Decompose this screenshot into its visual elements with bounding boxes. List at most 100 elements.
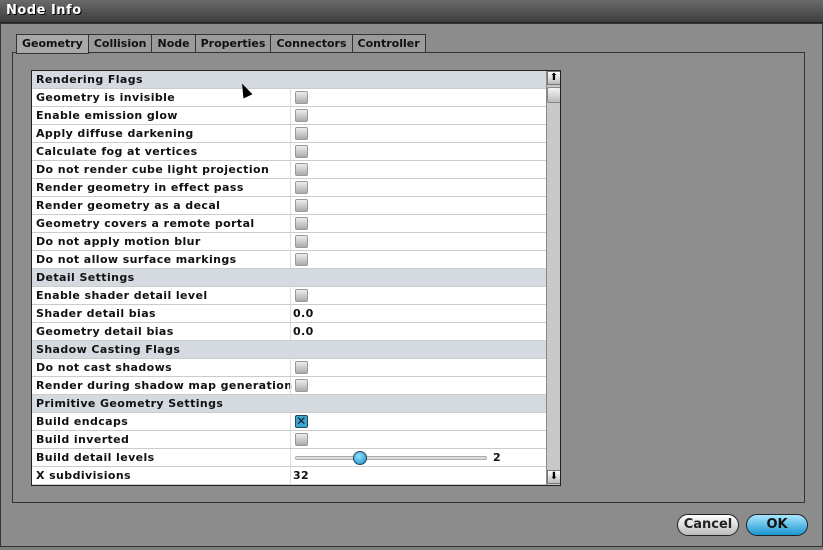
- property-row: Enable shader detail level: [32, 287, 546, 305]
- property-label: Do not render cube light projection: [36, 163, 270, 176]
- property-value: [290, 179, 546, 196]
- property-label: Shader detail bias: [36, 307, 156, 320]
- property-value: ✕: [290, 413, 546, 430]
- property-row: Render geometry as a decal: [32, 197, 546, 215]
- checkbox[interactable]: [295, 361, 308, 374]
- property-value: [290, 125, 546, 142]
- property-label: Render geometry as a decal: [36, 199, 221, 212]
- property-row: Do not cast shadows: [32, 359, 546, 377]
- property-row: Geometry is invisible: [32, 89, 546, 107]
- title-bar[interactable]: Node Info: [0, 0, 823, 23]
- tab-bar: Geometry Collision Node Properties Connector…: [16, 34, 426, 54]
- slider-value: 2: [493, 451, 502, 464]
- checkbox[interactable]: [295, 91, 308, 104]
- property-row: Apply diffuse darkening: [32, 125, 546, 143]
- slider-track[interactable]: [295, 456, 487, 460]
- tab-connectors[interactable]: Connectors: [271, 34, 353, 53]
- property-value: [290, 287, 546, 304]
- property-label: Rendering Flags: [36, 73, 143, 86]
- property-value: [290, 161, 546, 178]
- cancel-button[interactable]: Cancel: [677, 514, 739, 536]
- section-header: Detail Settings: [32, 269, 546, 287]
- property-label: Shadow Casting Flags: [36, 343, 181, 356]
- property-value: [290, 359, 546, 376]
- property-row: Build endcaps ✕: [32, 413, 546, 431]
- property-value: 32: [290, 467, 546, 484]
- value-field[interactable]: 0.0: [293, 307, 314, 320]
- property-value: 0.0: [290, 305, 546, 322]
- tab-geometry[interactable]: Geometry: [16, 34, 89, 54]
- property-row: Shader detail bias 0.0: [32, 305, 546, 323]
- checkbox[interactable]: [295, 235, 308, 248]
- tab-collision[interactable]: Collision: [88, 34, 153, 53]
- property-label: Geometry is invisible: [36, 91, 176, 104]
- section-header: Shadow Casting Flags: [32, 341, 546, 359]
- scroll-thumb[interactable]: [547, 87, 560, 103]
- checkbox[interactable]: [295, 289, 308, 302]
- property-table: Rendering Flags Geometry is invisible Enab…: [31, 70, 561, 486]
- window-title: Node Info: [6, 3, 82, 18]
- property-row: Render geometry in effect pass: [32, 179, 546, 197]
- checkbox[interactable]: [295, 127, 308, 140]
- property-label: Build endcaps: [36, 415, 129, 428]
- check-icon: ✕: [296, 414, 307, 428]
- property-label: Geometry detail bias: [36, 325, 174, 338]
- property-label: X subdivisions: [36, 469, 132, 482]
- property-row: Do not render cube light projection: [32, 161, 546, 179]
- section-header: Rendering Flags: [32, 71, 546, 89]
- checkbox[interactable]: [295, 181, 308, 194]
- property-label: Geometry covers a remote portal: [36, 217, 255, 230]
- property-label: Render geometry in effect pass: [36, 181, 244, 194]
- property-value: [290, 197, 546, 214]
- property-row: Calculate fog at vertices: [32, 143, 546, 161]
- property-row: Geometry detail bias 0.0: [32, 323, 546, 341]
- property-value: [290, 431, 546, 448]
- property-row: Do not apply motion blur: [32, 233, 546, 251]
- property-value: 2: [290, 449, 546, 466]
- checkbox[interactable]: [295, 109, 308, 122]
- property-row: Build detail levels 2: [32, 449, 546, 467]
- property-label: Enable shader detail level: [36, 289, 208, 302]
- property-label: Apply diffuse darkening: [36, 127, 194, 140]
- scroll-up-icon[interactable]: ⬆: [547, 71, 560, 85]
- property-row: Render during shadow map generation: [32, 377, 546, 395]
- checkbox[interactable]: [295, 163, 308, 176]
- property-label: Enable emission glow: [36, 109, 178, 122]
- property-row: Do not allow surface markings: [32, 251, 546, 269]
- tab-controller[interactable]: Controller: [352, 34, 426, 53]
- property-label: Do not apply motion blur: [36, 235, 201, 248]
- tab-properties[interactable]: Properties: [195, 34, 272, 53]
- property-label: Render during shadow map generation: [36, 379, 293, 392]
- ok-button[interactable]: OK: [746, 514, 808, 536]
- checkbox[interactable]: [295, 433, 308, 446]
- property-value: [290, 107, 546, 124]
- slider-thumb[interactable]: [353, 451, 368, 465]
- checkbox[interactable]: ✕: [295, 415, 308, 428]
- checkbox[interactable]: [295, 217, 308, 230]
- property-value: [290, 143, 546, 160]
- checkbox[interactable]: [295, 379, 308, 392]
- value-field[interactable]: 0.0: [293, 325, 314, 338]
- scrollbar[interactable]: ⬆ ⬇: [546, 71, 560, 485]
- checkbox[interactable]: [295, 145, 308, 158]
- property-value: [290, 251, 546, 268]
- scroll-down-icon[interactable]: ⬇: [547, 470, 560, 484]
- checkbox[interactable]: [295, 199, 308, 212]
- property-value: [290, 377, 546, 394]
- section-header: Primitive Geometry Settings: [32, 395, 546, 413]
- checkbox[interactable]: [295, 253, 308, 266]
- tab-node[interactable]: Node: [152, 34, 196, 53]
- property-row: Build inverted: [32, 431, 546, 449]
- property-value: [290, 215, 546, 232]
- property-label: Do not allow surface markings: [36, 253, 237, 266]
- property-label: Build inverted: [36, 433, 130, 446]
- property-label: Build detail levels: [36, 451, 155, 464]
- property-value: 0.0: [290, 323, 546, 340]
- property-row: Geometry covers a remote portal: [32, 215, 546, 233]
- property-label: Do not cast shadows: [36, 361, 173, 374]
- property-value: [290, 233, 546, 250]
- property-label: Primitive Geometry Settings: [36, 397, 224, 410]
- property-label: Detail Settings: [36, 271, 135, 284]
- property-label: Calculate fog at vertices: [36, 145, 198, 158]
- value-field[interactable]: 32: [293, 469, 309, 482]
